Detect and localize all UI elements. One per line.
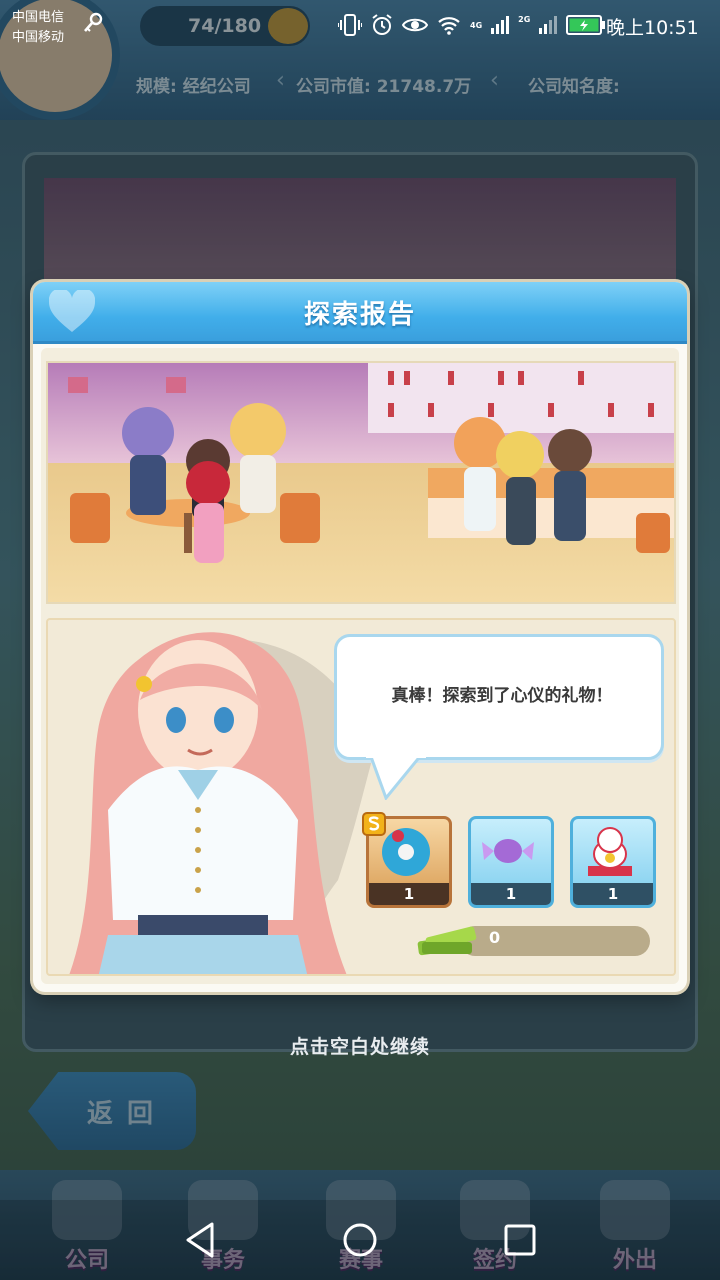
signal-icon (539, 16, 558, 34)
speech-bubble: 真棒！探索到了心仪的礼物！ (334, 634, 664, 760)
reward-count: 1 (573, 883, 653, 905)
reward-item-dance-disc[interactable]: 1 (362, 812, 452, 908)
carrier-2: 中国移动 (12, 30, 65, 45)
dialog-header: 探索报告 (33, 282, 687, 344)
cash-amount: 0 (489, 928, 501, 947)
alarm-icon (372, 14, 392, 35)
tap-to-continue-hint: 点击空白处继续 (289, 1036, 430, 1058)
network-4g-label: 4G (470, 20, 483, 30)
cafe-scene-illustration (46, 361, 676, 604)
wifi-icon (438, 17, 460, 35)
dialog-title: 探索报告 (303, 300, 416, 330)
speech-bubble-tail (366, 754, 426, 800)
exploration-message: 真棒！探索到了心仪的礼物！ (391, 686, 613, 706)
exploration-report-dialog: 探索报告 真棒！探索到了心仪的礼物！ 1 1 1 0 (33, 282, 687, 992)
s-rank-badge-icon (362, 812, 386, 836)
signal-icon (491, 16, 510, 34)
status-icons: 4G 2G (338, 12, 606, 38)
reward-count: 1 (369, 883, 449, 905)
reward-item-candy[interactable]: 1 (468, 816, 554, 908)
cash-reward: 0 (414, 922, 654, 958)
reward-count: 1 (471, 883, 551, 905)
network-2g-label: 2G (518, 14, 531, 24)
eye-icon (402, 18, 428, 32)
nav-recents-icon[interactable] (500, 1220, 540, 1260)
reward-item-lucky-cat[interactable]: 1 (570, 816, 656, 908)
battery-charging-icon (566, 15, 606, 35)
result-panel: 真棒！探索到了心仪的礼物！ 1 1 1 0 (46, 618, 676, 976)
carrier-1: 中国电信 (12, 10, 65, 25)
vibrate-icon (338, 14, 362, 36)
clock: 晚上10:51 (606, 17, 699, 39)
nav-home-icon[interactable] (340, 1220, 380, 1260)
cash-stack-icon (417, 926, 477, 956)
nav-back-icon[interactable] (180, 1220, 220, 1260)
key-icon (84, 12, 103, 32)
status-bar: 中国电信 中国移动 4G 2G 晚上10:51 (0, 0, 720, 52)
candy-icon (482, 839, 534, 863)
lucky-cat-icon (588, 827, 632, 876)
cafe-scene-artwork (48, 363, 674, 602)
